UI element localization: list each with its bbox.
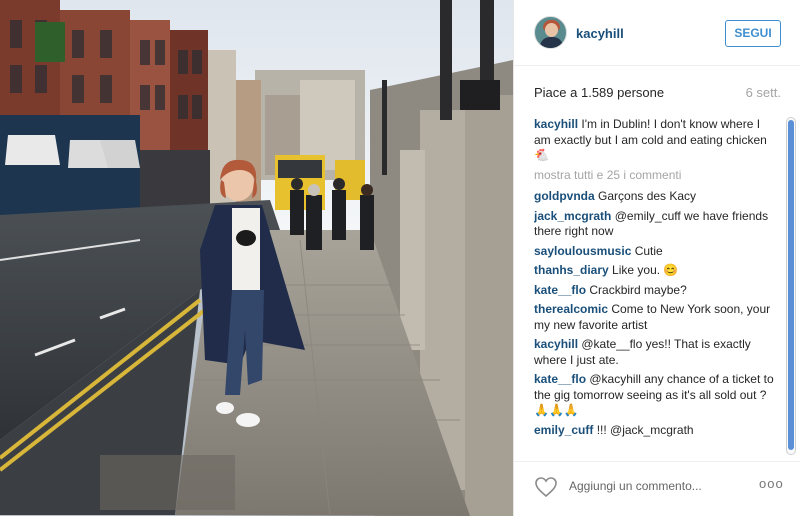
street-scene-illustration	[0, 0, 513, 516]
comments-scrollbar[interactable]	[786, 117, 796, 455]
list-item: goldpvnda Garçons des Kacy	[534, 189, 774, 205]
comment-username[interactable]: sayloulousmusic	[534, 244, 631, 258]
comment-username[interactable]: kacyhill	[534, 337, 578, 351]
list-item: kate__flo Crackbird maybe?	[534, 283, 774, 299]
list-item: sayloulousmusic Cutie	[534, 244, 774, 260]
comment-username[interactable]: therealcomic	[534, 302, 608, 316]
author-username[interactable]: kacyhill	[576, 26, 624, 41]
comment-username[interactable]: jack_mcgrath	[534, 209, 611, 223]
caption: kacyhill I'm in Dublin! I don't know whe…	[534, 117, 774, 164]
comment-text: Garçons des Kacy	[598, 189, 697, 203]
list-item: thanhs_diary Like you. 😊	[534, 263, 774, 279]
list-item: emily_cuff !!! @jack_mcgrath	[534, 423, 774, 439]
scrollbar-thumb[interactable]	[788, 120, 794, 450]
comment-text: Crackbird maybe?	[589, 282, 687, 297]
list-item: kacyhill @kate__flo yes!! That is exactl…	[534, 337, 774, 368]
comment-text: !!! @jack_mcgrath	[596, 422, 694, 437]
likes-count[interactable]: Piace a 1.589 persone	[534, 85, 664, 100]
post-details-panel: kacyhill SEGUI Piace a 1.589 persone 6 s…	[513, 0, 800, 516]
list-item: kate__flo @kacyhill any chance of a tick…	[534, 372, 774, 419]
post-footer: ooo	[514, 461, 800, 516]
show-all-comments-link[interactable]: mostra tutti e 25 i commenti	[534, 168, 774, 184]
heart-icon[interactable]	[534, 476, 558, 498]
comment-username[interactable]: kacyhill	[534, 117, 578, 131]
avatar[interactable]	[534, 16, 567, 49]
post-stats: Piace a 1.589 persone 6 sett.	[534, 85, 781, 103]
comment-text: Cutie	[634, 243, 663, 258]
comment-username[interactable]: emily_cuff	[534, 423, 593, 437]
comment-username[interactable]: thanhs_diary	[534, 263, 609, 277]
list-item: therealcomic Come to New York soon, your…	[534, 302, 774, 333]
comments-list[interactable]: kacyhill I'm in Dublin! I don't know whe…	[534, 112, 774, 457]
post-header: kacyhill SEGUI	[514, 0, 800, 66]
comment-username[interactable]: kate__flo	[534, 372, 586, 386]
comment-username[interactable]: kate__flo	[534, 283, 586, 297]
follow-button[interactable]: SEGUI	[725, 20, 781, 47]
list-item: jack_mcgrath @emily_cuff we have friends…	[534, 209, 774, 240]
post-timestamp[interactable]: 6 sett.	[746, 85, 781, 100]
post-photo[interactable]	[0, 0, 513, 516]
comment-username[interactable]: goldpvnda	[534, 189, 595, 203]
more-options-icon[interactable]: ooo	[759, 476, 784, 491]
add-comment-input[interactable]	[569, 476, 744, 496]
comment-text: Like you. 😊	[612, 263, 679, 277]
